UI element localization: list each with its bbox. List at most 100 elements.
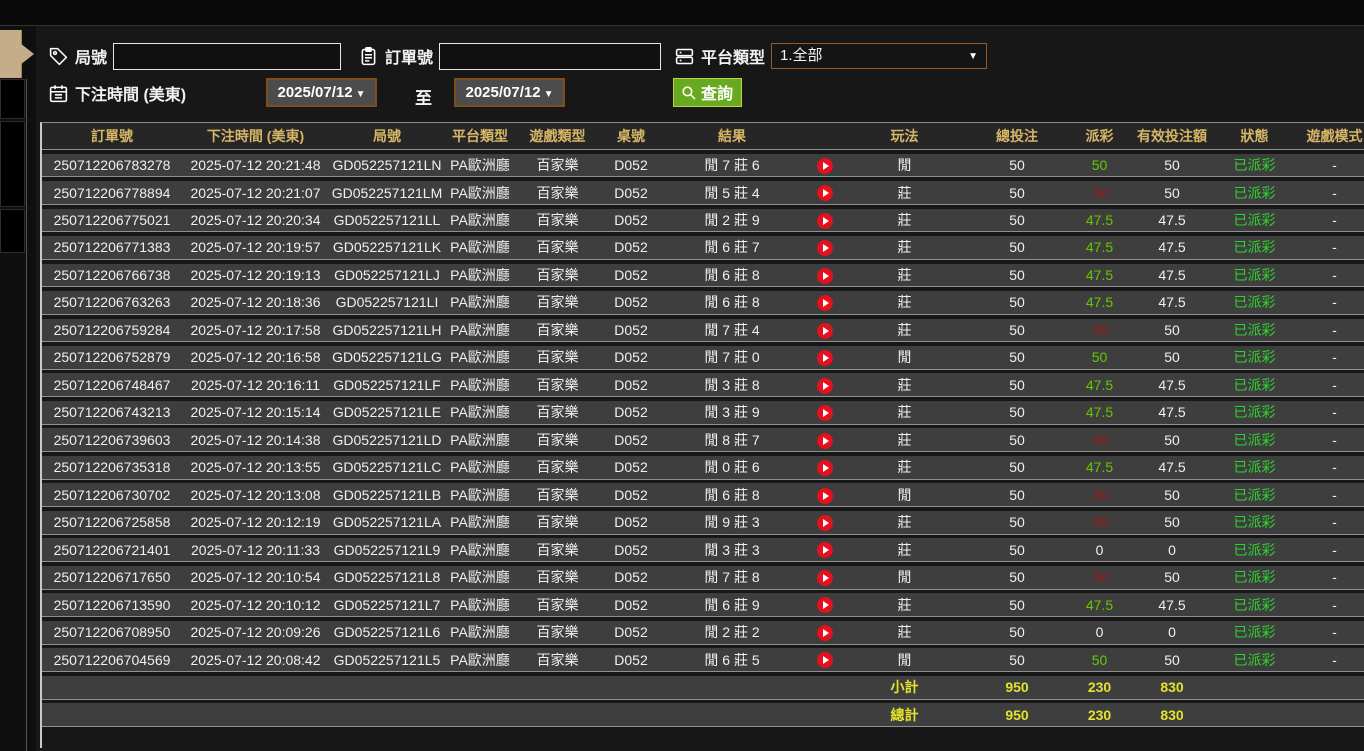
cell-status: 已派彩 <box>1233 239 1276 256</box>
main-panel: 局號 訂單號 平台類型 1.全部 ▼ 下注時間 (美東) 2025/07/12 … <box>36 26 1364 751</box>
cell-mode: - <box>1332 376 1337 393</box>
play-result-button[interactable] <box>816 542 833 559</box>
cell-total: 50 <box>1009 651 1025 668</box>
cell-valid: 47.5 <box>1158 404 1186 421</box>
table-row: 250712206748467 2025-07-12 20:16:11 GD0522… <box>42 373 1364 398</box>
subtotal-row: 小計 950 230 830 <box>42 675 1364 700</box>
cell-time: 2025-07-12 20:20:34 <box>190 212 321 228</box>
table-row: 250712206713590 2025-07-12 20:10:12 GD0522… <box>42 593 1364 618</box>
play-icon <box>822 436 829 445</box>
cell-table_no: D052 <box>614 541 648 558</box>
play-result-button[interactable] <box>816 405 833 422</box>
date-from-picker[interactable]: 2025/07/12 ▼ <box>266 77 377 107</box>
sidebar-active-item[interactable] <box>0 30 34 78</box>
sidebar-item[interactable] <box>0 121 25 207</box>
cell-valid: 50 <box>1164 321 1180 338</box>
play-result-button[interactable] <box>816 624 833 641</box>
play-result-button[interactable] <box>816 597 833 614</box>
cell-valid: 50 <box>1164 569 1180 586</box>
order-number-input[interactable] <box>439 42 662 70</box>
cell-time: 2025-07-12 20:19:57 <box>190 239 321 256</box>
sidebar-item[interactable] <box>0 209 25 253</box>
cell-result: 閒 7 莊 4 <box>704 321 760 338</box>
play-result-button[interactable] <box>816 514 833 531</box>
play-icon <box>822 161 829 170</box>
play-result-button[interactable] <box>816 569 833 586</box>
cell-table_no: D052 <box>614 486 648 503</box>
cell-platform: PA歐洲廳 <box>450 266 510 283</box>
play-icon <box>822 546 829 555</box>
cell-result: 閒 8 莊 7 <box>704 431 760 448</box>
cell-total: 50 <box>1009 404 1025 421</box>
cell-valid: 50 <box>1164 486 1180 503</box>
platform-type-select[interactable]: 1.全部 ▼ <box>771 43 988 69</box>
cell-time: 2025-07-12 20:15:14 <box>190 404 321 421</box>
round-number-input[interactable] <box>113 42 342 70</box>
cell-round: GD052257121LA <box>332 514 442 531</box>
cell-payout: -50 <box>1089 321 1110 338</box>
query-button[interactable]: 查詢 <box>673 77 743 107</box>
play-result-button[interactable] <box>816 432 833 449</box>
play-icon <box>822 628 829 637</box>
play-result-button[interactable] <box>816 487 833 504</box>
cell-round: GD052257121LJ <box>334 266 440 283</box>
play-result-button[interactable] <box>816 212 833 229</box>
play-result-button[interactable] <box>816 322 833 339</box>
cell-mode: - <box>1332 349 1337 366</box>
play-result-button[interactable] <box>816 295 833 312</box>
cell-platform: PA歐洲廳 <box>450 514 510 531</box>
play-result-button[interactable] <box>816 377 833 394</box>
sidebar-item[interactable] <box>0 79 25 119</box>
cell-platform: PA歐洲廳 <box>450 486 510 503</box>
cell-play <box>802 596 847 614</box>
cell-order: 250712206771383 <box>53 239 171 256</box>
play-result-button[interactable] <box>816 240 833 257</box>
table-row: 250712206752879 2025-07-12 20:16:58 GD0522… <box>42 345 1364 370</box>
date-to-picker[interactable]: 2025/07/12 ▼ <box>454 77 565 107</box>
cell-status: 已派彩 <box>1233 266 1276 283</box>
cell-result: 閒 7 莊 0 <box>704 349 760 366</box>
play-icon <box>822 271 829 280</box>
cell-play <box>802 294 847 312</box>
query-button-label: 查詢 <box>701 86 734 103</box>
column-header-valid: 有效投注額 <box>1137 128 1207 144</box>
cell-order: 250712206743213 <box>53 404 171 421</box>
cell-status: 已派彩 <box>1233 569 1276 586</box>
cell-play <box>802 569 847 586</box>
grand-total-row-valid: 830 <box>1160 706 1184 723</box>
cell-result: 閒 6 莊 9 <box>704 596 760 613</box>
cell-total: 50 <box>1009 184 1025 201</box>
cell-round: GD052257121LI <box>335 294 439 311</box>
play-result-button[interactable] <box>816 267 833 284</box>
play-result-button[interactable] <box>816 157 833 174</box>
cell-play <box>802 514 847 531</box>
cell-total: 50 <box>1009 349 1025 366</box>
cell-table_no: D052 <box>614 239 648 256</box>
column-header-bet: 玩法 <box>890 128 919 144</box>
cell-platform: PA歐洲廳 <box>450 321 510 338</box>
cell-result: 閒 3 莊 3 <box>704 541 760 558</box>
cell-play <box>802 349 847 367</box>
cell-valid: 0 <box>1168 624 1176 641</box>
cell-table_no: D052 <box>614 459 648 476</box>
cell-result: 閒 6 莊 7 <box>704 239 760 256</box>
collapsed-sidebar <box>0 26 36 751</box>
cell-payout: 50 <box>1091 651 1108 668</box>
column-header-order: 訂單號 <box>91 128 133 144</box>
cell-play <box>802 184 847 202</box>
cell-total: 50 <box>1009 486 1025 503</box>
cell-bet: 莊 <box>897 431 912 448</box>
play-result-button[interactable] <box>816 652 833 669</box>
play-icon <box>822 244 829 253</box>
cell-total: 50 <box>1009 459 1025 476</box>
cell-platform: PA歐洲廳 <box>450 376 510 393</box>
betting-records-screen: 局號 訂單號 平台類型 1.全部 ▼ 下注時間 (美東) 2025/07/12 … <box>0 0 1364 751</box>
cell-time: 2025-07-12 20:16:58 <box>190 349 321 366</box>
play-result-button[interactable] <box>816 185 833 202</box>
cell-valid: 47.5 <box>1158 294 1186 311</box>
play-result-button[interactable] <box>816 350 833 367</box>
play-result-button[interactable] <box>816 460 833 477</box>
cell-order: 250712206713590 <box>53 596 171 613</box>
cell-valid: 50 <box>1164 184 1180 201</box>
cell-game: 百家樂 <box>536 651 579 668</box>
